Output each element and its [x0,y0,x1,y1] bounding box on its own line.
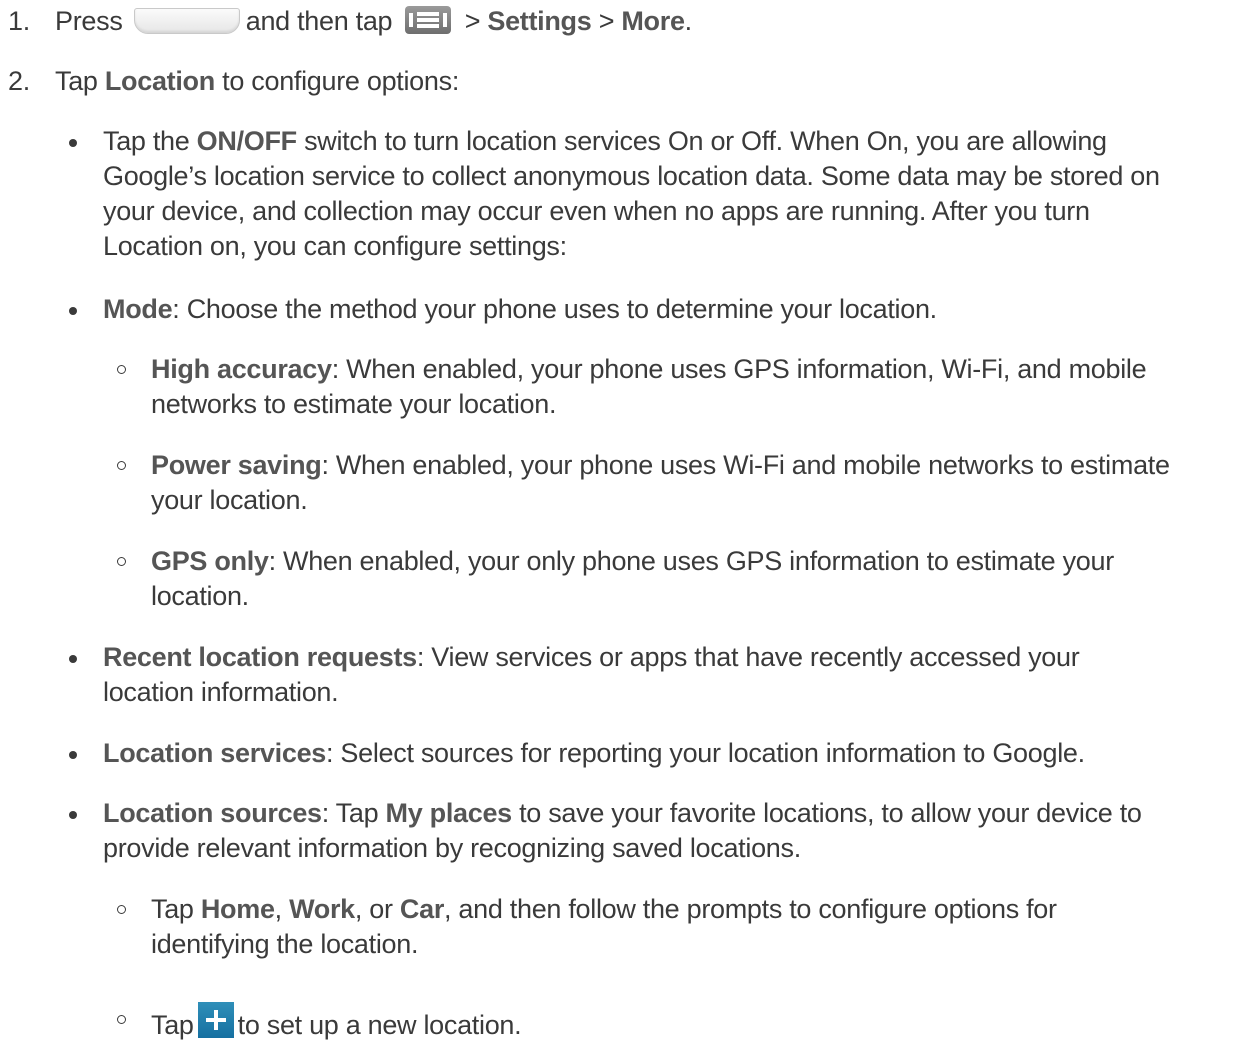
bullet-dot [69,307,77,315]
step-text: Tap Location to configure options: [55,66,460,96]
plus-icon [197,1002,234,1038]
step-number: 2. [8,66,30,96]
menu-icon [405,6,452,34]
list-item-recent-requests: Recent location requests: View services … [69,640,1229,710]
step-1: 1. Press and then tap > Settings > More. [0,4,1252,44]
sub-bullet-circle [117,461,126,470]
settings-label: Settings [487,6,592,36]
sublist-item-home-work-car: Tap Home, Work, or Car, and then follow … [117,892,1247,962]
bullet-dot [69,751,77,759]
sublist-item-gps-only: GPS only: When enabled, your only phone … [117,544,1247,614]
location-label: Location [104,66,215,96]
list-item-location-sources: Location sources: Tap My places to save … [69,796,1229,866]
bullet-dot [69,811,77,819]
list-item-mode: Mode: Choose the method your phone uses … [69,292,1229,327]
more-label: More [621,6,685,36]
list-item-onoff: Tap the ON/OFF switch to turn location s… [69,124,1229,264]
list-item-location-services: Location services: Select sources for re… [69,736,1229,771]
sub-bullet-circle [117,365,126,374]
step-2: 2. Tap Location to configure options: [0,64,1252,104]
home-button-icon [133,8,240,34]
sub-bullet-circle [117,557,126,566]
sublist-item-new-location: Tap to set up a new location. [117,1002,1247,1043]
step-number: 1. [8,6,30,36]
sublist-item-high-accuracy: High accuracy: When enabled, your phone … [117,352,1247,422]
sub-bullet-circle [117,1015,126,1024]
sub-bullet-circle [117,905,126,914]
step-text: Press and then tap > Settings > More. [55,6,692,36]
bullet-dot [69,655,77,663]
bullet-dot [69,139,77,147]
sublist-item-power-saving: Power saving: When enabled, your phone u… [117,448,1247,518]
